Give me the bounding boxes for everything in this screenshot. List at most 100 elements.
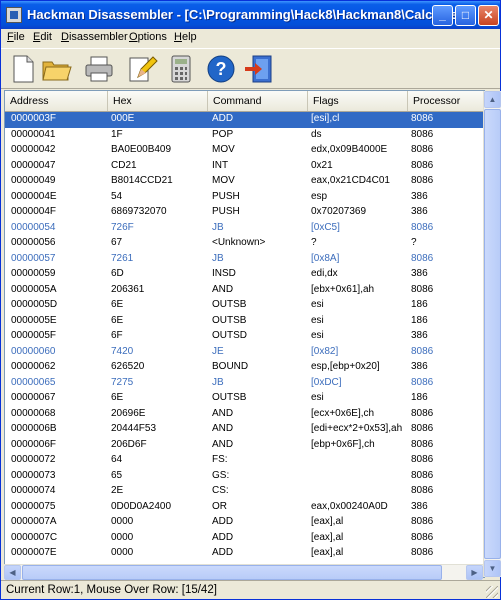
cell-processor: 8086 [411,485,434,496]
cell-command: AND [212,423,234,434]
table-row[interactable]: 0000007E 0000 ADD [eax],al 8086 [5,546,484,562]
cell-hex: 6869732070 [111,206,167,217]
table-row[interactable]: 00000067 6E OUTSB esi 186 [5,391,484,407]
cell-flags: esi [311,314,324,326]
help-icon[interactable]: ? [205,53,237,85]
table-row[interactable]: 0000003F 000E ADD [esi],cl 8086 [5,112,484,128]
cell-command: ADD [212,547,234,558]
app-icon[interactable] [6,7,22,23]
menu-file[interactable]: File [7,31,25,43]
table-row[interactable]: 00000062 626520 BOUND esp,[ebp+0x20] 386 [5,360,484,376]
cell-flags: esi [311,330,324,341]
close-button[interactable]: ✕ [478,5,499,26]
disassembly-grid[interactable]: Address Hex Command Flags Processor 0000… [4,90,485,578]
table-row[interactable]: 00000075 0D0D0A2400 OR eax,0x00240A0D 386 [5,500,484,516]
resize-grip[interactable] [486,586,498,598]
table-row[interactable]: 00000073 65 GS: 8086 [5,469,484,485]
cell-address: 00000047 [11,159,56,171]
cell-flags: eax,0x21CD4C01 [311,175,390,186]
table-row[interactable]: 0000007C 0000 ADD [eax],al 8086 [5,531,484,547]
scroll-thumb[interactable] [484,109,501,559]
cell-address: 0000005D [11,299,58,310]
table-row[interactable]: 0000005A 206361 AND [ebx+0x61],ah 8086 [5,283,484,299]
table-row[interactable]: 0000004F 6869732070 PUSH 0x70207369 386 [5,205,484,221]
table-row[interactable]: 0000005D 6E OUTSB esi 186 [5,298,484,314]
cell-processor: 386 [411,190,428,202]
edit-pencil-icon[interactable] [126,53,158,85]
cell-flags: [0xDC] [311,376,342,388]
column-header-hex[interactable]: Hex [108,91,208,111]
cell-hex: BA0E00B409 [111,144,172,155]
menu-help[interactable]: Help [174,31,197,43]
cell-hex: 0000 [111,516,134,527]
table-row[interactable]: 00000065 7275 JB [0xDC] 8086 [5,376,484,392]
table-row[interactable]: 00000047 CD21 INT 0x21 8086 [5,159,484,175]
cell-hex: 206D6F [111,438,147,450]
table-row[interactable]: 00000059 6D INSD edi,dx 386 [5,267,484,283]
calculator-icon[interactable] [165,53,197,85]
cell-address: 0000004F [11,206,57,217]
title-bar[interactable]: Hackman Disassembler - [C:\Programming\H… [1,1,500,29]
cell-flags: ds [311,128,322,140]
table-row[interactable]: 0000004E 54 PUSH esp 386 [5,190,484,206]
cell-address: 0000006F [11,438,57,450]
table-row[interactable]: 00000068 20696E AND [ecx+0x6E],ch 8086 [5,407,484,423]
cell-hex: CD21 [111,159,137,171]
column-header-command[interactable]: Command [208,91,308,111]
table-row[interactable]: 00000049 B8014CCD21 MOV eax,0x21CD4C01 8086 [5,174,484,190]
table-row[interactable]: 0000005F 6F OUTSD esi 386 [5,329,484,345]
column-header-flags[interactable]: Flags [308,91,408,111]
table-row[interactable]: 00000057 7261 JB [0x8A] 8086 [5,252,484,268]
table-row[interactable]: 00000056 67 <Unknown>?? [5,236,484,252]
hscroll-thumb[interactable] [22,565,442,580]
table-row[interactable]: 00000072 64 FS: 8086 [5,453,484,469]
cell-flags: esi [311,299,324,310]
cell-command: AND [212,438,234,450]
cell-hex: 0D0D0A2400 [111,500,172,512]
horizontal-scrollbar[interactable]: ◀ ▶ [4,564,483,580]
table-row[interactable]: 00000054 726F JB [0xC5] 8086 [5,221,484,237]
maximize-button[interactable]: □ [455,5,476,26]
cell-flags: [0x8A] [311,252,340,264]
table-row[interactable]: 0000006B 20444F53 AND [edi+ecx*2+0x53],ah 80… [5,422,484,438]
open-folder-icon[interactable] [41,53,73,85]
table-row[interactable]: 00000074 2E CS: 8086 [5,484,484,500]
cell-flags: [ecx+0x6E],ch [311,407,375,419]
scroll-left-button[interactable]: ◀ [4,565,21,580]
cell-processor: 8086 [411,159,434,171]
new-file-icon[interactable] [7,53,39,85]
scroll-down-button[interactable]: ▼ [484,560,501,577]
vertical-scrollbar[interactable]: ▲ ▼ [483,91,501,577]
cell-flags: [eax],al [311,516,344,527]
cell-processor: 186 [411,314,428,326]
menu-options[interactable]: Options [129,31,167,43]
cell-address: 00000049 [11,175,56,186]
table-row[interactable]: 00000042 BA0E00B409 MOV edx,0x09B4000E 8086 [5,143,484,159]
menu-disassembler[interactable]: Disassembler [61,31,128,43]
column-header-processor[interactable]: Processor [408,91,484,111]
cell-flags: ? [311,237,317,248]
table-row[interactable]: 0000005E 6E OUTSB esi 186 [5,314,484,330]
column-header-address[interactable]: Address [5,91,108,111]
exit-door-icon[interactable] [243,53,275,85]
status-text: Current Row:1, Mouse Over Row: [15/42] [6,584,217,596]
cell-processor: 8086 [411,454,434,465]
scroll-up-button[interactable]: ▲ [484,91,501,108]
table-row[interactable]: 0000006F 206D6F AND [ebp+0x6F],ch 8086 [5,438,484,454]
cell-flags: 0x70207369 [311,206,367,217]
menu-disassembler-rest: isassembler [68,31,128,43]
cell-command: OUTSB [212,314,247,326]
cell-address: 0000007E [11,547,57,558]
table-row[interactable]: 00000060 7420 JE [0x82] 8086 [5,345,484,361]
table-row[interactable]: 00000041 1F POP ds 8086 [5,128,484,144]
cell-command: ADD [212,531,234,543]
printer-icon[interactable] [83,53,115,85]
cell-processor: 8086 [411,345,434,357]
scroll-right-button[interactable]: ▶ [466,565,483,580]
cell-address: 0000007A [11,516,57,527]
status-bar: Current Row:1, Mouse Over Row: [15/42] [1,580,500,600]
menu-edit[interactable]: Edit [33,31,52,43]
table-row[interactable]: 0000007A 0000 ADD [eax],al 8086 [5,515,484,531]
minimize-button[interactable]: _ [432,5,453,26]
cell-hex: 65 [111,469,123,481]
